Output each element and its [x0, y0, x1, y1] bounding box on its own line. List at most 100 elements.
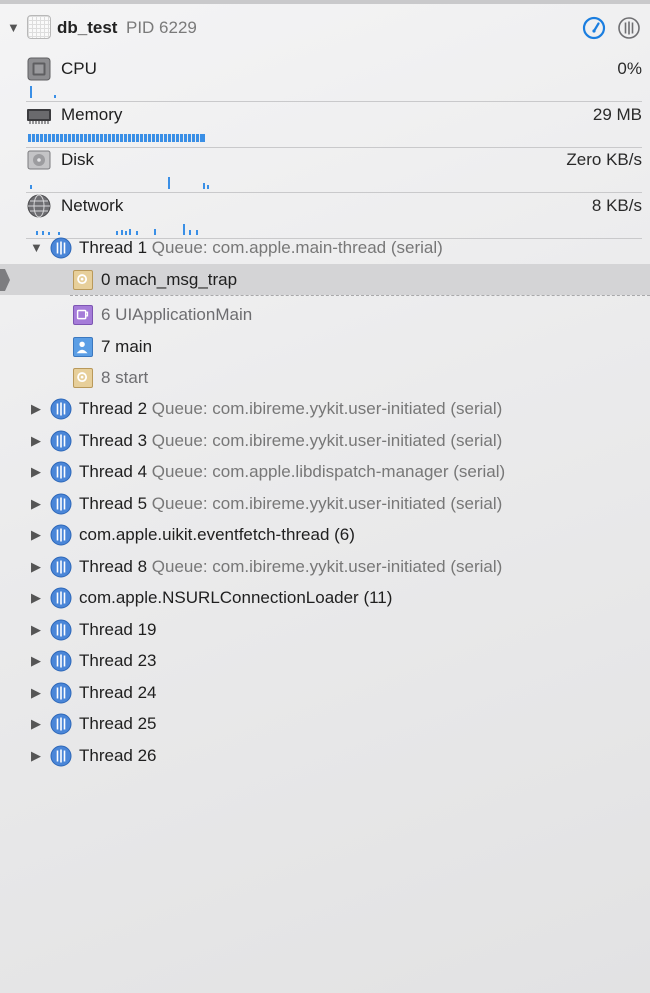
thread-row[interactable]: ▶ Thread 5 Queue: com.ibireme.yykit.user-…: [0, 488, 650, 519]
thread-row[interactable]: ▶ com.apple.NSURLConnectionLoader (11): [0, 582, 650, 613]
thread-queue: Queue: com.ibireme.yykit.user-initiated …: [151, 556, 503, 576]
gauge-memory[interactable]: Memory 29 MB: [0, 102, 650, 148]
thread-label: Thread 24: [79, 683, 157, 703]
thread-name: com.apple.uikit.eventfetch-thread (6): [79, 525, 355, 544]
system-frame-icon: [73, 368, 93, 388]
disclosure-triangle-closed-icon[interactable]: ▶: [31, 749, 41, 762]
thread-queue: Queue: com.ibireme.yykit.user-initiated …: [151, 399, 503, 418]
disclosure-triangle-closed-icon[interactable]: ▶: [31, 465, 41, 478]
stack-frame-row[interactable]: 6 UIApplicationMain: [0, 299, 650, 330]
frame-label: 8 start: [101, 368, 149, 387]
thread-queue: Queue: com.ibireme.yykit.user-initiated …: [151, 493, 503, 513]
thread-name: com.apple.NSURLConnectionLoader (11): [79, 588, 393, 607]
gauge-value: 8 KB/s: [591, 196, 642, 215]
thread-label: com.apple.NSURLConnectionLoader (11): [79, 588, 392, 608]
thread-row[interactable]: ▶ Thread 3 Queue: com.ibireme.yykit.user-…: [0, 425, 650, 456]
disk-icon: [27, 150, 51, 170]
top-border: [0, 0, 650, 4]
stack-frame-row[interactable]: 7 main: [0, 331, 650, 362]
thread-icon: [50, 650, 72, 672]
thread-icon: [50, 619, 72, 640]
thread-row[interactable]: ▶ Thread 25: [0, 708, 650, 739]
thread-name: Thread 23: [79, 651, 157, 670]
debug-gauges-icon[interactable]: [582, 16, 606, 40]
thread-row[interactable]: ▶ Thread 26: [0, 740, 650, 771]
thread-label: Thread 2 Queue: com.ibireme.yykit.user-i…: [79, 399, 502, 419]
disclosure-triangle-closed-icon[interactable]: ▶: [31, 623, 41, 636]
thread-name: Thread 3: [79, 430, 148, 450]
gauge-disk[interactable]: Disk Zero KB/s: [0, 147, 650, 193]
thread-row[interactable]: ▶ Thread 19: [0, 614, 650, 645]
thread-row[interactable]: ▶ com.apple.uikit.eventfetch-thread (6): [0, 519, 650, 550]
thread-name: Thread 5: [79, 493, 148, 513]
thread-label: Thread 26: [79, 746, 157, 766]
disclosure-triangle-closed-icon[interactable]: ▶: [31, 528, 41, 541]
thread-row[interactable]: ▶ Thread 8 Queue: com.ibireme.yykit.user-…: [0, 551, 650, 582]
gauge-value: 29 MB: [592, 105, 642, 124]
thread-icon: [50, 493, 72, 514]
thread-name: Thread 19: [79, 619, 157, 639]
thread-icon: [50, 556, 72, 577]
thread-icon: [50, 461, 72, 483]
thread-row[interactable]: ▶ Thread 4 Queue: com.apple.libdispatch-m…: [0, 456, 650, 487]
disclosure-triangle-closed-icon[interactable]: ▶: [31, 717, 41, 730]
process-pid: PID 6229: [126, 18, 197, 37]
network-globe-icon: [27, 194, 51, 218]
thread-queue: Queue: com.apple.main-thread (serial): [151, 238, 443, 257]
user-frame-icon: [73, 337, 93, 357]
gauge-value: 0%: [617, 59, 642, 78]
thread-icon: [50, 430, 72, 451]
gauge-label: Disk: [61, 150, 95, 169]
thread-icon: [50, 682, 72, 703]
disclosure-triangle-closed-icon[interactable]: ▶: [31, 402, 41, 415]
process-icon: [27, 15, 51, 39]
disclosure-triangle-closed-icon[interactable]: ▶: [31, 560, 41, 573]
thread-queue: Queue: com.apple.libdispatch-manager (se…: [151, 462, 506, 481]
thread-icon: [50, 524, 72, 546]
thread-label: Thread 4 Queue: com.apple.libdispatch-ma…: [79, 462, 505, 482]
process-row[interactable]: ▼ db_test PID 6229: [0, 10, 650, 44]
gauge-value: Zero KB/s: [566, 150, 642, 169]
gauge-cpu[interactable]: CPU 0%: [0, 56, 650, 102]
thread-name: Thread 24: [79, 682, 157, 702]
thread-label: Thread 5 Queue: com.ibireme.yykit.user-i…: [79, 494, 502, 514]
disclosure-triangle-open-icon[interactable]: ▼: [30, 241, 43, 254]
disclosure-triangle-closed-icon[interactable]: ▶: [31, 434, 41, 447]
thread-name: Thread 1: [79, 238, 148, 257]
thread-row[interactable]: ▶ Thread 24: [0, 677, 650, 708]
disk-sparkline: [30, 177, 209, 189]
thread-row[interactable]: ▶ Thread 2 Queue: com.ibireme.yykit.user-…: [0, 393, 650, 424]
stack-frame-row-selected[interactable]: 0 mach_msg_trap: [0, 264, 650, 296]
thread-name: Thread 2: [79, 399, 148, 418]
current-frame-marker-icon: [0, 269, 10, 291]
thread-icon: [50, 398, 72, 420]
thread-label: Thread 1 Queue: com.apple.main-thread (s…: [79, 238, 443, 258]
disclosure-triangle-open-icon[interactable]: ▼: [7, 21, 20, 34]
thread-icon: [50, 713, 72, 735]
thread-label: Thread 19: [79, 620, 157, 640]
gauge-label: CPU: [61, 59, 97, 78]
cpu-icon: [27, 57, 51, 81]
cpu-sparkline: [30, 86, 56, 98]
thread-view-icon[interactable]: [617, 16, 641, 40]
thread-icon: [50, 587, 72, 609]
disclosure-triangle-closed-icon[interactable]: ▶: [31, 654, 41, 667]
disclosure-triangle-closed-icon[interactable]: ▶: [31, 686, 41, 699]
frame-label: 7 main: [101, 337, 153, 356]
thread-icon: [50, 745, 72, 766]
stack-frame-row[interactable]: 8 start: [0, 362, 650, 393]
disclosure-triangle-closed-icon[interactable]: ▶: [31, 591, 41, 604]
system-frame-icon: [73, 270, 93, 290]
thread-name: Thread 25: [79, 714, 157, 733]
uikit-frame-icon: [73, 305, 93, 325]
frame-divider: [70, 295, 650, 296]
thread-name: Thread 4: [79, 462, 148, 481]
thread-label: Thread 3 Queue: com.ibireme.yykit.user-i…: [79, 431, 502, 451]
process-name: db_test: [57, 18, 118, 37]
memory-chip-icon: [27, 109, 51, 124]
thread-row[interactable]: ▶ Thread 23: [0, 645, 650, 676]
thread-row-expanded[interactable]: ▼ Thread 1 Queue: com.apple.main-thread …: [0, 232, 650, 263]
gauge-label: Network: [61, 196, 124, 215]
gauge-label: Memory: [61, 105, 123, 124]
disclosure-triangle-closed-icon[interactable]: ▶: [31, 497, 41, 510]
